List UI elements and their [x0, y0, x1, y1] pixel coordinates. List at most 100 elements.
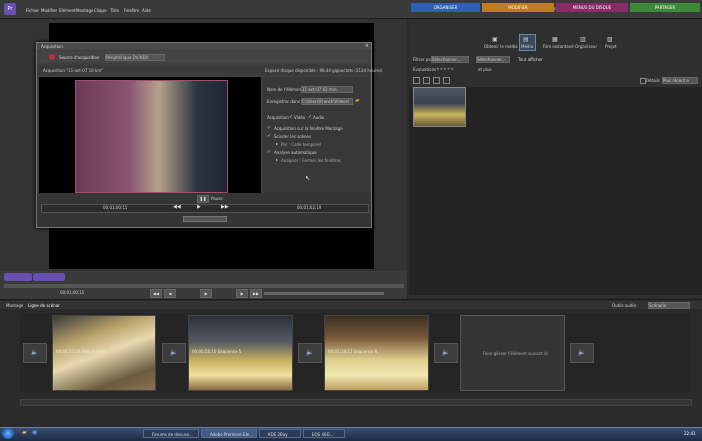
folder-icon[interactable]: ▰	[355, 97, 360, 104]
tab-montage[interactable]: Montage	[6, 303, 23, 308]
menu-montage[interactable]: Montage	[76, 8, 93, 13]
name-field[interactable]: 11-oct-07 02 min	[301, 86, 353, 93]
prev-frame-icon[interactable]: ◀	[164, 289, 176, 298]
dialog-ok-button[interactable]	[183, 216, 227, 222]
task-kde[interactable]: KDE 2Bay	[259, 429, 301, 438]
check-icon[interactable]: ✓	[289, 114, 293, 120]
device-select[interactable]: Périphérique DV/HDV	[105, 54, 165, 61]
check-icon[interactable]: ✓	[308, 114, 312, 120]
transition-icon[interactable]: 🔈	[298, 343, 322, 363]
details-label: Détails	[646, 78, 660, 83]
tab-menus[interactable]: MENUS DU DISQUE	[556, 3, 628, 12]
dialog-toolbar: Source d'acquisition Périphérique DV/HDV	[37, 51, 371, 63]
scrubber-bar[interactable]	[4, 284, 404, 288]
timecode-right: 00;01;02;19	[297, 205, 322, 210]
rewind-icon[interactable]: ◀◀	[150, 289, 162, 298]
organizer-icon[interactable]: ▥	[580, 36, 586, 43]
name-label: Nom de l'élément	[267, 87, 303, 92]
sort-select[interactable]: Plus récent e	[662, 77, 698, 84]
transition-icon[interactable]: 🔈	[434, 343, 458, 363]
menu-fenetre[interactable]: Fenêtre	[124, 8, 139, 13]
folder-icon[interactable]: ▰	[22, 429, 27, 436]
tab-partager[interactable]: PARTAGER	[630, 3, 700, 12]
monitor-timecode: 00;01;00;15	[60, 290, 85, 295]
menu-modifier[interactable]: Modifier	[41, 8, 57, 13]
menu-element[interactable]: Elément	[59, 8, 76, 13]
record-icon[interactable]	[49, 54, 55, 60]
volume-slider[interactable]	[264, 292, 384, 295]
organizer-tool[interactable]: Organiseur	[575, 44, 597, 49]
dialog-close-icon[interactable]: ×	[365, 43, 369, 50]
save-field[interactable]: C:\Users\Franck\Videos\	[301, 98, 353, 105]
audio-option: Audio	[313, 115, 325, 120]
project-tool[interactable]: Projet	[605, 44, 617, 49]
settings-icon[interactable]	[443, 77, 450, 84]
eval-label: Evaluations :	[413, 67, 439, 72]
capture-tab[interactable]	[4, 273, 32, 281]
menu-clique[interactable]: Clique	[94, 8, 107, 13]
next-frame-icon[interactable]: ▶	[236, 289, 248, 298]
camera-icon[interactable]: ▣	[492, 36, 498, 43]
film-icon[interactable]: ▤	[523, 36, 529, 43]
pause-icon[interactable]: ❚❚	[197, 195, 209, 203]
task-premiere[interactable]: Adobe Premiere Ele...	[201, 429, 257, 438]
trash-icon[interactable]	[433, 77, 440, 84]
clip-timecode: 00;01;18;12 Séquence 6	[328, 349, 378, 354]
task-eos[interactable]: EOS 40D...	[303, 429, 345, 438]
list-view-icon[interactable]	[423, 77, 430, 84]
cursor-icon: ↖	[305, 175, 311, 182]
rewind-icon[interactable]: ◀◀	[173, 204, 181, 210]
audio-tools-button[interactable]: Outils audio	[612, 303, 636, 308]
drop-zone[interactable]: Faire glisser l'élément suivant ici	[460, 315, 565, 391]
option-acquire-montage: Acquisition sur la fenêtre Montage	[274, 126, 343, 131]
check-icon[interactable]: ✓	[267, 149, 271, 155]
tab-modifier[interactable]: MODIFIER	[482, 3, 554, 12]
eval-value: et plus	[478, 67, 492, 72]
play-icon[interactable]: ▶	[200, 289, 212, 298]
forward-icon[interactable]: ▶▶	[221, 204, 229, 210]
filter-select-2[interactable]: Sélectionner...	[476, 56, 510, 63]
instant-film-tool[interactable]: Film instantané	[543, 44, 574, 49]
show-all-button[interactable]: Tout afficher	[518, 57, 543, 62]
transition-icon[interactable]: 🔈	[570, 343, 594, 363]
capture-settings: Nom de l'élément 11-oct-07 02 min Enregi…	[263, 77, 369, 193]
menu-titre[interactable]: Titre	[110, 8, 119, 13]
disk-space: Espace disque disponible : 98,44 gigaoct…	[265, 68, 383, 73]
instant-film-icon[interactable]: ▦	[552, 36, 558, 43]
browser-icon[interactable]: ◉	[32, 429, 37, 436]
project-icon[interactable]: ▧	[607, 36, 613, 43]
get-media-tool[interactable]: Obtenir le média	[484, 44, 518, 49]
start-button[interactable]	[2, 428, 14, 439]
forward-icon[interactable]: ▶▶	[250, 289, 262, 298]
scenario-select[interactable]: Scénario	[648, 302, 690, 309]
video-option: Vidéo	[294, 115, 306, 120]
clip-timecode: 00;00;58;10 Séquence 5	[192, 349, 242, 354]
capture-tab-2[interactable]	[33, 273, 65, 281]
rating-stars-icon[interactable]: ★★★★★	[436, 66, 454, 71]
filter-select-1[interactable]: Sélectionner...	[431, 56, 469, 63]
acquire-label: Acquisition :	[267, 115, 292, 120]
menu-fichier[interactable]: Fichier	[26, 8, 39, 13]
timeline-scrollbar[interactable]	[20, 399, 692, 406]
capture-video-frame	[75, 80, 228, 193]
triangle-icon: ▸	[276, 157, 279, 162]
tab-scenario[interactable]: Ligne de scénar	[28, 303, 60, 308]
play-icon[interactable]: ▶	[197, 204, 201, 210]
task-forums[interactable]: Forums de discuss...	[143, 429, 199, 438]
option-timecode: Par : Code temporel	[281, 142, 321, 147]
media-thumbnail[interactable]	[413, 87, 466, 127]
timecode-left: 00;01;00;15	[103, 205, 128, 210]
audio-icon[interactable]: 🔈	[23, 343, 47, 363]
dialog-transport: ❚❚ Pause 00;01;00;15 ◀◀ ▶ ▶▶ 00;01;02;19	[37, 193, 371, 227]
tab-organiser[interactable]: ORGANISER	[411, 3, 480, 12]
option-split-scenes: Scinder les scènes	[274, 134, 312, 139]
check-icon[interactable]: ✓	[267, 133, 271, 139]
transition-icon[interactable]: 🔈	[162, 343, 186, 363]
triangle-icon: ▸	[276, 141, 279, 146]
grid-view-icon[interactable]	[413, 77, 420, 84]
check-icon[interactable]: ✓	[267, 125, 271, 131]
media-tool[interactable]: Média	[521, 44, 533, 49]
option-analyze: Analyser : Fermer les fenêtres	[281, 158, 342, 163]
pause-label: Pause	[211, 196, 223, 201]
menu-aide[interactable]: Aide	[142, 8, 151, 13]
